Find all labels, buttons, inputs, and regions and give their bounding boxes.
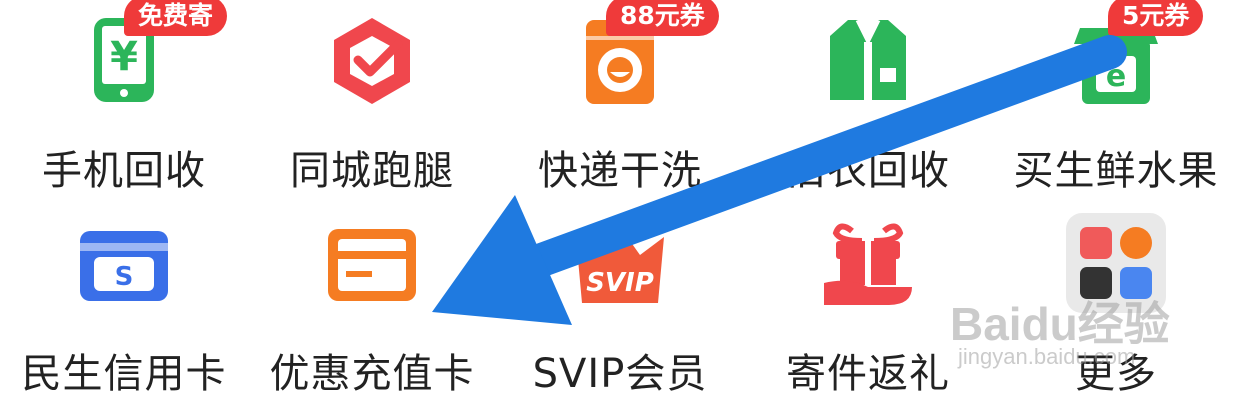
grid-item-label: 同城跑腿	[290, 148, 454, 194]
grid-item-label: 快递干洗	[538, 148, 702, 194]
coupon-badge: 5元券	[1108, 0, 1204, 36]
svg-text:SVIP: SVIP	[586, 268, 654, 298]
free-shipping-badge: 免费寄	[124, 0, 228, 36]
grid-item-label: SVIP会员	[532, 351, 708, 397]
grid-item-recharge-card[interactable]: 优惠充值卡	[248, 201, 496, 402]
shirt-icon	[818, 10, 918, 110]
grid-item-label: 手机回收	[42, 148, 206, 194]
grid-item-dry-cleaning[interactable]: 88元券 快递干洗	[496, 0, 744, 201]
grid-item-clothes-recycle[interactable]: 旧衣回收	[744, 0, 992, 201]
grid-item-label: 民生信用卡	[21, 351, 227, 397]
grid-item-credit-card[interactable]: S 民生信用卡	[0, 201, 248, 402]
credit-card-icon: S	[74, 213, 174, 313]
svg-text:e: e	[1106, 59, 1126, 94]
svg-text:¥: ¥	[110, 34, 138, 80]
gift-hand-icon	[818, 213, 918, 313]
watermark-url: jingyan.baidu.com	[958, 344, 1136, 369]
baidu-jingyan-watermark: Baidu经验 jingyan.baidu.com	[950, 288, 1210, 398]
hexagon-check-icon	[322, 10, 422, 110]
grid-item-fresh-fruit[interactable]: e 5元券 买生鲜水果	[992, 0, 1240, 201]
svip-crown-icon: SVIP	[570, 213, 670, 313]
grid-item-errand[interactable]: 同城跑腿	[248, 0, 496, 201]
recharge-card-icon	[322, 213, 422, 313]
coupon-badge: 88元券	[606, 0, 719, 36]
grid-item-label: 优惠充值卡	[269, 351, 475, 397]
grid-item-phone-recycle[interactable]: ¥ 免费寄 手机回收	[0, 0, 248, 201]
grid-item-label: 旧衣回收	[786, 148, 950, 194]
svg-text:S: S	[115, 262, 134, 292]
grid-item-svip[interactable]: SVIP SVIP会员	[496, 201, 744, 402]
grid-item-label: 买生鲜水果	[1013, 148, 1219, 194]
